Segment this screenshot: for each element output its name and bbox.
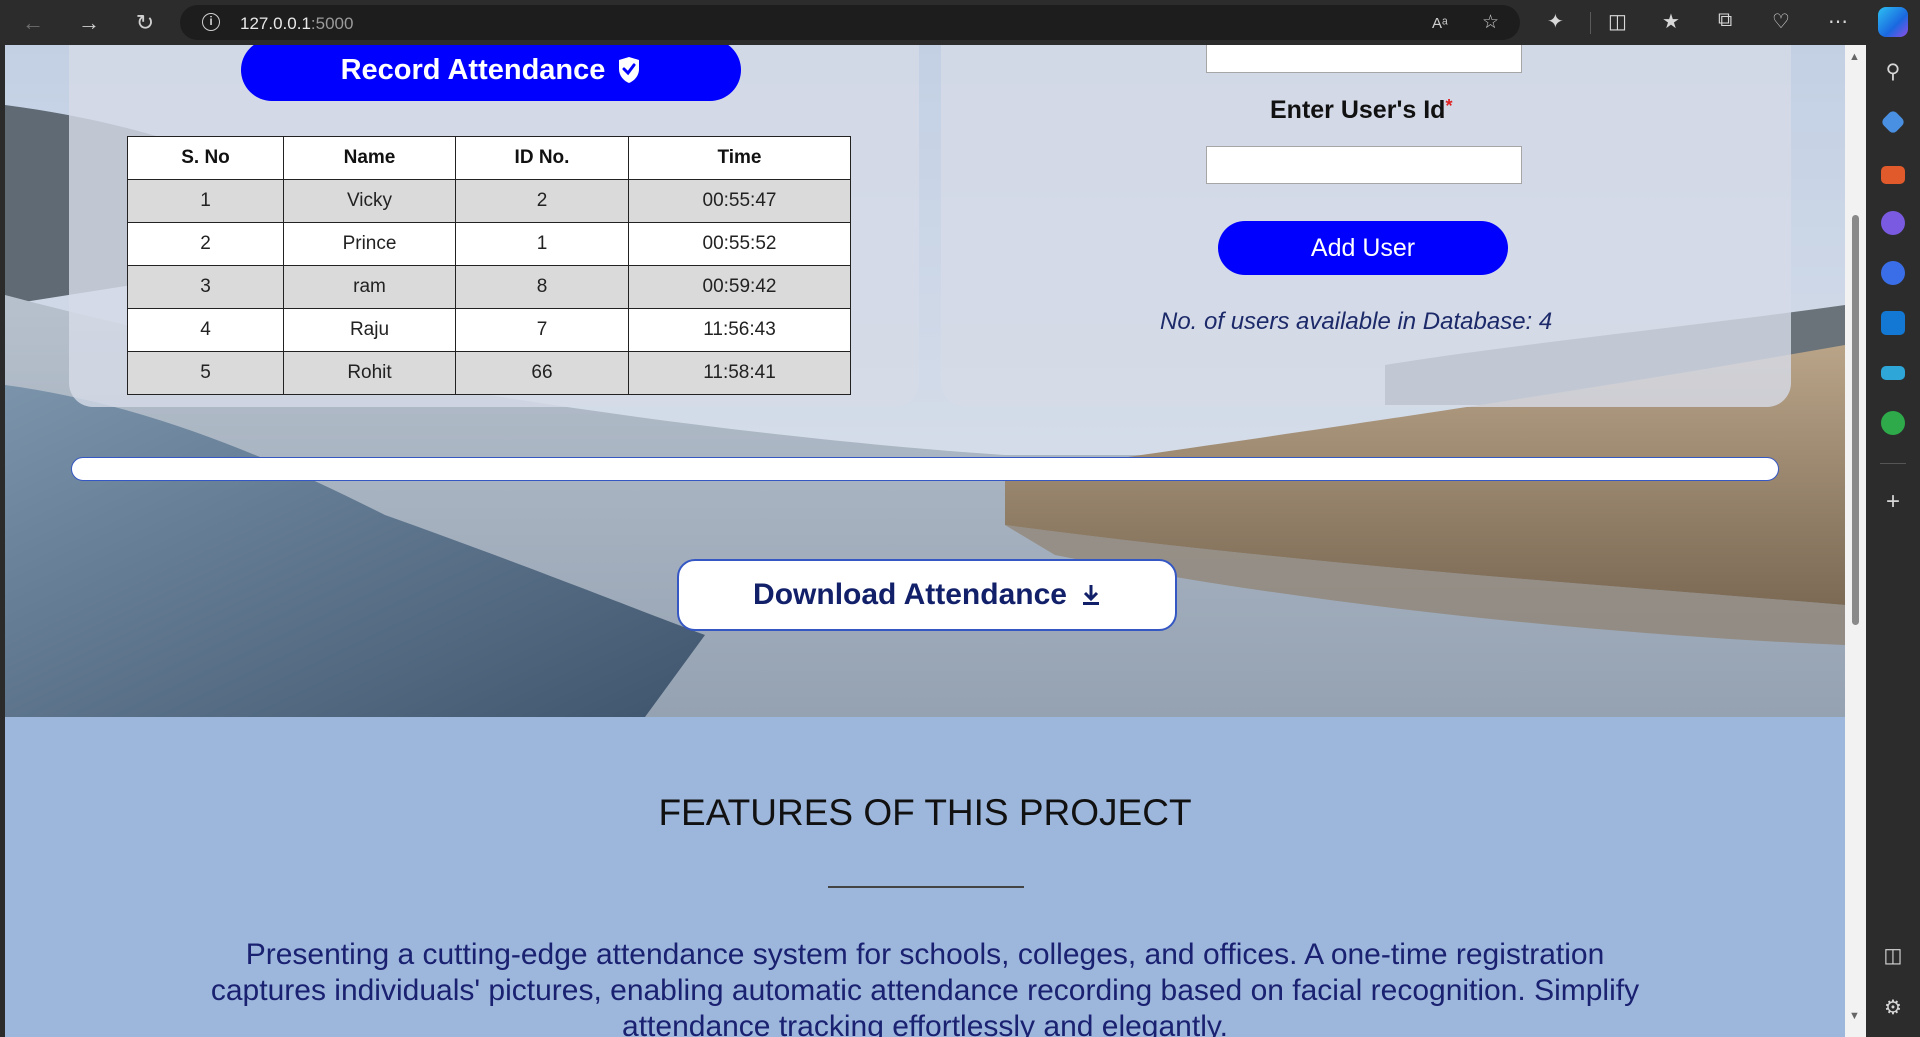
table-row: 2 Prince 1 00:55:52 [127,222,851,266]
cell-name: ram [283,265,456,309]
collections-icon[interactable]: ⧉ [1718,9,1732,32]
cell-id: 1 [455,222,629,266]
search-icon[interactable]: ⚲ [1866,59,1920,84]
cell-id: 8 [455,265,629,309]
toolbar-divider [1590,12,1591,34]
outlook-icon[interactable] [1881,311,1905,335]
features-heading: FEATURES OF THIS PROJECT [658,792,1192,833]
table-row: 3 ram 8 00:59:42 [127,265,851,309]
scroll-down-icon[interactable]: ▼ [1849,1010,1860,1022]
shield-check-icon [619,57,640,83]
refresh-icon[interactable]: ↻ [128,6,162,40]
copilot-icon[interactable] [1878,7,1908,37]
add-user-button[interactable]: Add User [1218,221,1508,275]
attendance-table: S. No Name ID No. Time 1 Vicky 2 00:55:4… [127,136,851,395]
add-sidebar-app-icon[interactable]: + [1866,488,1920,516]
split-screen-icon[interactable]: ◫ [1608,9,1627,34]
sidebar-divider [1880,463,1906,464]
games-icon[interactable] [1881,211,1905,235]
back-icon[interactable]: ← [16,6,50,40]
sidebar-settings-icon[interactable]: ⚙ [1866,995,1920,1020]
cell-sno: 2 [127,222,284,266]
cell-sno: 1 [127,179,284,223]
features-divider [828,886,1024,888]
favorite-star-icon[interactable]: ☆ [1482,11,1499,34]
table-row: 1 Vicky 2 00:55:47 [127,179,851,223]
browser-toolbar: ← → ↻ i 127.0.0.1:5000 Aᵃ ☆ ✦ ◫ ★ ⧉ ♡ ⋯ [0,0,1920,45]
site-info-icon[interactable]: i [202,13,220,31]
page-scrollbar[interactable]: ▲ ▼ [1845,45,1866,1037]
favorites-icon[interactable]: ★ [1662,9,1680,34]
table-row: 4 Raju 7 11:56:43 [127,308,851,352]
extensions-icon[interactable]: ✦ [1547,9,1564,34]
tree-icon[interactable] [1881,411,1905,435]
required-marker: * [1445,96,1453,116]
column-header: S. No [127,136,284,180]
cell-time: 00:55:52 [628,222,851,266]
cell-name: Raju [283,308,456,352]
cell-sno: 3 [127,265,284,309]
user-name-input[interactable] [1206,45,1522,73]
column-header: ID No. [455,136,629,180]
cell-sno: 4 [127,308,284,352]
browser-essentials-icon[interactable]: ♡ [1772,9,1790,34]
hero-section: Record Attendance S. No Name ID No. Time… [5,45,1845,717]
cell-name: Prince [283,222,456,266]
forward-icon[interactable]: → [72,6,106,40]
cell-name: Rohit [283,351,456,395]
user-id-label: Enter User's Id* [1270,96,1453,124]
cell-time: 11:56:43 [628,308,851,352]
cell-time: 11:58:41 [628,351,851,395]
cell-name: Vicky [283,179,456,223]
read-aloud-icon[interactable]: Aᵃ [1432,15,1448,32]
browser-sidebar: ⚲ + ◫ ⚙ [1866,45,1920,1037]
database-count-text: No. of users available in Database: 4 [1160,308,1553,335]
column-header: Time [628,136,851,180]
hide-sidebar-icon[interactable]: ◫ [1866,943,1920,968]
record-attendance-button[interactable]: Record Attendance [241,45,741,101]
tools-briefcase-icon[interactable] [1881,166,1905,184]
record-attendance-label: Record Attendance [340,53,606,86]
drop-icon[interactable] [1881,366,1905,380]
column-header: Name [283,136,456,180]
cell-id: 2 [455,179,629,223]
cell-time: 00:55:47 [628,179,851,223]
shopping-tag-icon[interactable] [1880,109,1906,135]
more-menu-icon[interactable]: ⋯ [1828,9,1848,34]
download-attendance-button[interactable]: Download Attendance [677,559,1177,631]
table-header-row: S. No Name ID No. Time [127,136,851,180]
download-attendance-label: Download Attendance [753,578,1067,611]
download-icon [1082,585,1099,605]
cell-id: 66 [455,351,629,395]
cell-time: 00:59:42 [628,265,851,309]
features-description: Presenting a cutting-edge attendance sys… [210,938,1640,1037]
scroll-thumb[interactable] [1852,215,1859,625]
cell-id: 7 [455,308,629,352]
cell-sno: 5 [127,351,284,395]
user-id-input[interactable] [1206,146,1522,184]
table-row: 5 Rohit 66 11:58:41 [127,351,851,395]
scroll-up-icon[interactable]: ▲ [1849,51,1860,63]
address-bar[interactable]: i 127.0.0.1:5000 Aᵃ ☆ [180,5,1520,40]
microsoft-365-icon[interactable] [1881,261,1905,285]
url-text[interactable]: 127.0.0.1:5000 [240,14,353,34]
page-viewport: Record Attendance S. No Name ID No. Time… [5,45,1845,1037]
progress-bar [71,457,1779,481]
